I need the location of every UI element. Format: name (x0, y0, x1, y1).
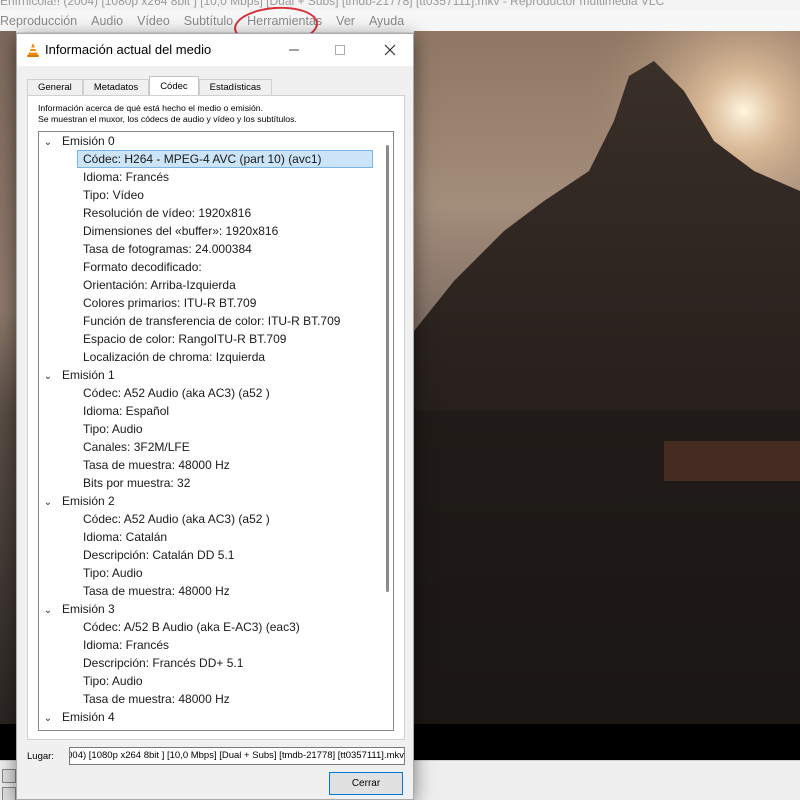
menu-subtitulo[interactable]: Subtítulo (177, 10, 240, 33)
chevron-down-icon[interactable]: ⌄ (42, 494, 54, 512)
tree-stream-3[interactable]: ⌄ Emisión 3 (39, 600, 115, 618)
video-frame-left-edge (0, 31, 16, 724)
tree-item[interactable]: Bits por muestra: 32 (79, 474, 194, 492)
stream-label: Emisión 1 (62, 368, 115, 382)
tree-item[interactable]: Dimensiones del «buffer»: 1920x816 (79, 222, 282, 240)
tree-item[interactable]: Tasa de fotogramas: 24.000384 (79, 240, 256, 258)
location-label: Lugar: (27, 751, 54, 762)
tree-item[interactable]: Idioma: Catalán (79, 528, 171, 546)
location-field[interactable]: 2004) [1080p x264 8bit ] [10,0 Mbps] [Du… (69, 747, 405, 765)
media-info-dialog: Información actual del medio General Met… (16, 33, 414, 800)
tree-item[interactable]: Idioma: Español (79, 402, 173, 420)
vlc-cone-icon (25, 42, 41, 58)
control-icon[interactable] (2, 787, 16, 800)
close-icon[interactable] (367, 34, 413, 66)
codec-description-line-1: Información acerca de qué está hecho el … (38, 103, 264, 113)
chevron-down-icon[interactable]: ⌄ (42, 368, 54, 386)
tree-item[interactable]: Localización de chroma: Izquierda (79, 348, 269, 366)
stream-label: Emisión 0 (62, 134, 115, 148)
dialog-titlebar: Información actual del medio (17, 34, 413, 66)
tree-item[interactable]: Canales: 3F2M/LFE (79, 438, 194, 456)
tree-item[interactable]: Resolución de vídeo: 1920x816 (79, 204, 255, 222)
codec-tab-panel: Información acerca de qué está hecho el … (27, 95, 405, 740)
tree-item[interactable]: Tasa de muestra: 48000 Hz (79, 690, 234, 708)
tab-estadisticas[interactable]: Estadísticas (198, 79, 272, 96)
video-frame[interactable] (414, 31, 800, 724)
tab-metadatos[interactable]: Metadatos (82, 79, 150, 96)
tree-item[interactable]: Idioma: Francés (79, 636, 173, 654)
tree-item[interactable]: Tipo: Audio (79, 564, 147, 582)
tree-item[interactable]: Tipo: Vídeo (79, 186, 148, 204)
tree-stream-0[interactable]: ⌄ Emisión 0 (39, 132, 115, 150)
tree-item[interactable]: Descripción: Catalán DD 5.1 (79, 546, 238, 564)
tree-item[interactable]: Códec: A/52 B Audio (aka E-AC3) (eac3) (79, 618, 304, 636)
tree-item[interactable]: Tasa de muestra: 48000 Hz (79, 456, 234, 474)
codec-description-line-2: Se muestran el muxor, los códecs de audi… (38, 114, 297, 124)
tree-scrollbar[interactable] (386, 145, 389, 592)
tree-item[interactable]: Idioma: Francés (79, 168, 173, 186)
vlc-titlebar: Enfrnicola!! (2004) [1080p x264 8bit ] [… (0, 0, 800, 10)
tree-item[interactable]: Función de transferencia de color: ITU-R… (79, 312, 344, 330)
stream-label: Emisión 4 (62, 710, 115, 724)
stream-label: Emisión 3 (62, 602, 115, 616)
control-icon[interactable] (2, 769, 16, 783)
tree-item[interactable]: Códec: A52 Audio (aka AC3) (a52 ) (79, 384, 274, 402)
codec-description: Información acerca de qué está hecho el … (38, 103, 297, 125)
minimize-icon[interactable] (271, 34, 317, 66)
tree-stream-4[interactable]: ⌄ Emisión 4 (39, 708, 115, 726)
dialog-title: Información actual del medio (45, 42, 212, 57)
maximize-icon[interactable] (317, 34, 363, 66)
tree-stream-2[interactable]: ⌄ Emisión 2 (39, 492, 115, 510)
location-value: 2004) [1080p x264 8bit ] [10,0 Mbps] [Du… (69, 750, 404, 761)
chevron-down-icon[interactable]: ⌄ (42, 710, 54, 728)
menu-ayuda[interactable]: Ayuda (362, 10, 411, 33)
tab-codec[interactable]: Códec (149, 76, 199, 96)
vlc-window-title: Enfrnicola!! (2004) [1080p x264 8bit ] [… (0, 0, 665, 8)
menu-herramientas[interactable]: Herramientas (240, 10, 329, 33)
tree-item[interactable]: Tipo: Audio (79, 672, 147, 690)
vlc-menubar: Reproducción Audio Vídeo Subtítulo Herra… (0, 10, 800, 33)
chevron-down-icon[interactable]: ⌄ (42, 602, 54, 620)
menu-video[interactable]: Vídeo (130, 10, 177, 33)
menu-reproduccion[interactable]: Reproducción (0, 10, 84, 33)
close-button[interactable]: Cerrar (329, 772, 403, 795)
tab-general[interactable]: General (27, 79, 83, 96)
tree-item[interactable]: Tipo: Audio (79, 420, 147, 438)
tab-bar: General Metadatos Códec Estadísticas (27, 76, 272, 96)
tree-stream-1[interactable]: ⌄ Emisión 1 (39, 366, 115, 384)
tree-item[interactable]: Códec: A52 Audio (aka AC3) (a52 ) (79, 510, 274, 528)
menu-ver[interactable]: Ver (329, 10, 362, 33)
tree-item[interactable]: Códec: H264 - MPEG-4 AVC (part 10) (avc1… (77, 150, 373, 168)
stream-label: Emisión 2 (62, 494, 115, 508)
tree-item[interactable]: Espacio de color: RangoITU-R BT.709 (79, 330, 290, 348)
codec-tree[interactable]: ⌄ Emisión 0 Códec: H264 - MPEG-4 AVC (par… (38, 131, 394, 731)
tree-item[interactable]: Tasa de muestra: 48000 Hz (79, 582, 234, 600)
tree-item[interactable]: Descripción: Francés DD+ 5.1 (79, 654, 247, 672)
chevron-down-icon[interactable]: ⌄ (42, 134, 54, 152)
tree-item[interactable]: Formato decodificado: (79, 258, 206, 276)
video-scene-image (414, 31, 800, 724)
tree-item[interactable]: Orientación: Arriba-Izquierda (79, 276, 240, 294)
menu-audio[interactable]: Audio (84, 10, 130, 33)
tree-item[interactable]: Colores primarios: ITU-R BT.709 (79, 294, 260, 312)
